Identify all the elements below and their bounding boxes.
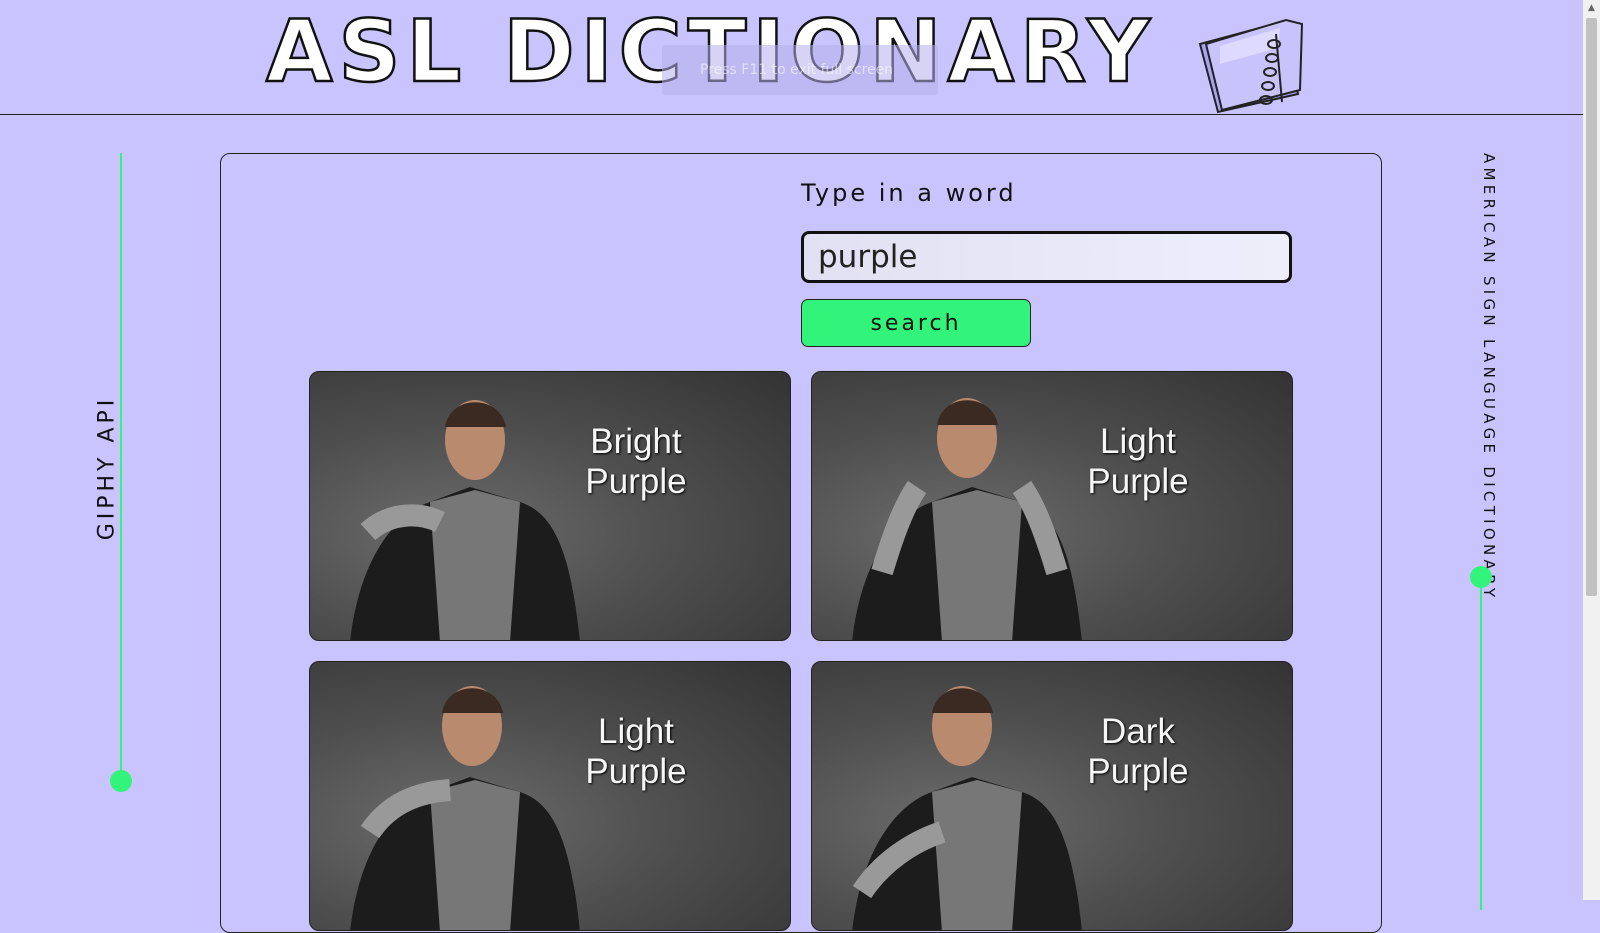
site-header: ASL DICTIONARY Press F11 to exit full sc… [0,0,1583,115]
signer-image [852,398,1082,640]
left-accent-dot [110,770,132,792]
notebook-icon [1198,18,1304,114]
giphy-api-label: GIPHY API [94,395,120,541]
result-caption: Light Purple [585,712,687,791]
vertical-scrollbar[interactable]: ▲ [1583,0,1600,900]
result-gif[interactable]: Dark Purple [811,661,1293,931]
result-gif[interactable]: Light Purple [811,371,1293,641]
left-accent-line [120,153,122,781]
search-button[interactable]: search [801,299,1031,347]
result-gif[interactable]: Bright Purple [309,371,791,641]
result-caption: Light Purple [1087,422,1189,501]
result-gif[interactable]: Light Purple [309,661,791,931]
search-label: Type in a word [801,179,1017,207]
signer-image [350,686,580,930]
search-input[interactable] [801,231,1292,283]
signer-image [350,400,580,640]
scroll-up-arrow-icon[interactable]: ▲ [1583,2,1600,14]
signer-image [852,686,1082,930]
scrollbar-thumb[interactable] [1586,18,1597,596]
asl-dictionary-vertical-label: AMERICAN SIGN LANGUAGE DICTIONARY [1480,153,1498,602]
right-accent-line [1480,580,1482,910]
result-caption: Bright Purple [585,422,687,501]
result-caption: Dark Purple [1087,712,1189,791]
fullscreen-hint: Press F11 to exit full screen [662,45,938,95]
